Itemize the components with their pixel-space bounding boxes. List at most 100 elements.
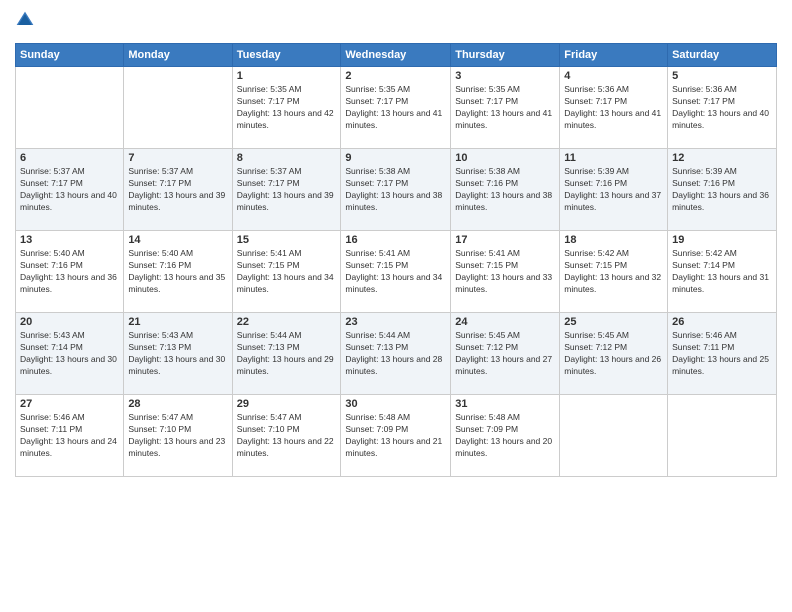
day-number: 18 <box>564 234 663 246</box>
day-cell: 16Sunrise: 5:41 AM Sunset: 7:15 PM Dayli… <box>341 231 451 313</box>
day-number: 9 <box>345 152 446 164</box>
day-cell: 17Sunrise: 5:41 AM Sunset: 7:15 PM Dayli… <box>451 231 560 313</box>
day-number: 8 <box>237 152 337 164</box>
day-cell: 10 Sunrise: 5:38 AM Sunset: 7:16 PM Dayli… <box>451 149 560 231</box>
day-cell: 13 Sunrise: 5:40 AM Sunset: 7:16 PM Dayli… <box>16 231 124 313</box>
day-info: Sunrise: 5:35 AM Sunset: 7:17 PM Dayligh… <box>455 84 555 132</box>
day-number: 26 <box>672 316 772 328</box>
header-wednesday: Wednesday <box>341 44 451 67</box>
day-cell: 5 Sunrise: 5:36 AM Sunset: 7:17 PM Daylig… <box>668 67 777 149</box>
page: SundayMondayTuesdayWednesdayThursdayFrid… <box>0 0 792 612</box>
day-cell <box>668 395 777 477</box>
day-cell: 12 Sunrise: 5:39 AM Sunset: 7:16 PM Dayli… <box>668 149 777 231</box>
day-info: Sunrise: 5:47 AM Sunset: 7:10 PM Dayligh… <box>128 412 227 460</box>
day-cell: 8 Sunrise: 5:37 AM Sunset: 7:17 PM Daylig… <box>232 149 341 231</box>
calendar: SundayMondayTuesdayWednesdayThursdayFrid… <box>15 43 777 477</box>
day-cell: 25 Sunrise: 5:45 AM Sunset: 7:12 PM Dayli… <box>560 313 668 395</box>
day-info: Sunrise: 5:45 AM Sunset: 7:12 PM Dayligh… <box>564 330 663 378</box>
day-info: Sunrise: 5:47 AM Sunset: 7:10 PM Dayligh… <box>237 412 337 460</box>
day-info: Sunrise: 5:48 AM Sunset: 7:09 PM Dayligh… <box>345 412 446 460</box>
day-info: Sunrise: 5:37 AM Sunset: 7:17 PM Dayligh… <box>237 166 337 214</box>
day-info: Sunrise: 5:39 AM Sunset: 7:16 PM Dayligh… <box>564 166 663 214</box>
day-cell: 14 Sunrise: 5:40 AM Sunset: 7:16 PM Dayli… <box>124 231 232 313</box>
day-cell <box>124 67 232 149</box>
day-info: Sunrise: 5:43 AM Sunset: 7:13 PM Dayligh… <box>128 330 227 378</box>
day-number: 20 <box>20 316 119 328</box>
day-info: Sunrise: 5:37 AM Sunset: 7:17 PM Dayligh… <box>20 166 119 214</box>
day-info: Sunrise: 5:44 AM Sunset: 7:13 PM Dayligh… <box>345 330 446 378</box>
week-row-4: 20Sunrise: 5:43 AM Sunset: 7:14 PM Dayli… <box>16 313 777 395</box>
header-tuesday: Tuesday <box>232 44 341 67</box>
day-info: Sunrise: 5:40 AM Sunset: 7:16 PM Dayligh… <box>20 248 119 296</box>
day-cell: 22 Sunrise: 5:44 AM Sunset: 7:13 PM Dayli… <box>232 313 341 395</box>
day-cell: 31Sunrise: 5:48 AM Sunset: 7:09 PM Dayli… <box>451 395 560 477</box>
day-cell: 2Sunrise: 5:35 AM Sunset: 7:17 PM Daylig… <box>341 67 451 149</box>
day-number: 5 <box>672 70 772 82</box>
day-number: 19 <box>672 234 772 246</box>
day-number: 22 <box>237 316 337 328</box>
logo-icon <box>15 10 35 30</box>
day-number: 25 <box>564 316 663 328</box>
day-info: Sunrise: 5:46 AM Sunset: 7:11 PM Dayligh… <box>672 330 772 378</box>
day-cell: 27 Sunrise: 5:46 AM Sunset: 7:11 PM Dayli… <box>16 395 124 477</box>
day-number: 12 <box>672 152 772 164</box>
day-number: 24 <box>455 316 555 328</box>
day-cell: 20Sunrise: 5:43 AM Sunset: 7:14 PM Dayli… <box>16 313 124 395</box>
week-row-5: 27 Sunrise: 5:46 AM Sunset: 7:11 PM Dayli… <box>16 395 777 477</box>
week-row-3: 13 Sunrise: 5:40 AM Sunset: 7:16 PM Dayli… <box>16 231 777 313</box>
day-info: Sunrise: 5:48 AM Sunset: 7:09 PM Dayligh… <box>455 412 555 460</box>
day-cell: 4Sunrise: 5:36 AM Sunset: 7:17 PM Daylig… <box>560 67 668 149</box>
header-monday: Monday <box>124 44 232 67</box>
day-cell: 30 Sunrise: 5:48 AM Sunset: 7:09 PM Dayli… <box>341 395 451 477</box>
day-cell: 6 Sunrise: 5:37 AM Sunset: 7:17 PM Daylig… <box>16 149 124 231</box>
day-info: Sunrise: 5:40 AM Sunset: 7:16 PM Dayligh… <box>128 248 227 296</box>
day-cell: 9 Sunrise: 5:38 AM Sunset: 7:17 PM Daylig… <box>341 149 451 231</box>
day-info: Sunrise: 5:38 AM Sunset: 7:17 PM Dayligh… <box>345 166 446 214</box>
day-number: 17 <box>455 234 555 246</box>
day-info: Sunrise: 5:45 AM Sunset: 7:12 PM Dayligh… <box>455 330 555 378</box>
day-cell: 29Sunrise: 5:47 AM Sunset: 7:10 PM Dayli… <box>232 395 341 477</box>
day-number: 10 <box>455 152 555 164</box>
day-cell: 26 Sunrise: 5:46 AM Sunset: 7:11 PM Dayli… <box>668 313 777 395</box>
week-row-1: 1Sunrise: 5:35 AM Sunset: 7:17 PM Daylig… <box>16 67 777 149</box>
day-number: 15 <box>237 234 337 246</box>
day-number: 3 <box>455 70 555 82</box>
day-number: 16 <box>345 234 446 246</box>
day-info: Sunrise: 5:36 AM Sunset: 7:17 PM Dayligh… <box>672 84 772 132</box>
day-cell: 21 Sunrise: 5:43 AM Sunset: 7:13 PM Dayli… <box>124 313 232 395</box>
day-cell: 18Sunrise: 5:42 AM Sunset: 7:15 PM Dayli… <box>560 231 668 313</box>
day-info: Sunrise: 5:42 AM Sunset: 7:14 PM Dayligh… <box>672 248 772 296</box>
day-number: 30 <box>345 398 446 410</box>
day-info: Sunrise: 5:39 AM Sunset: 7:16 PM Dayligh… <box>672 166 772 214</box>
day-number: 6 <box>20 152 119 164</box>
day-cell: 28 Sunrise: 5:47 AM Sunset: 7:10 PM Dayli… <box>124 395 232 477</box>
day-cell <box>560 395 668 477</box>
day-number: 23 <box>345 316 446 328</box>
day-cell <box>16 67 124 149</box>
day-number: 28 <box>128 398 227 410</box>
header-friday: Friday <box>560 44 668 67</box>
day-info: Sunrise: 5:35 AM Sunset: 7:17 PM Dayligh… <box>237 84 337 132</box>
day-number: 21 <box>128 316 227 328</box>
day-cell: 11 Sunrise: 5:39 AM Sunset: 7:16 PM Dayli… <box>560 149 668 231</box>
day-number: 4 <box>564 70 663 82</box>
day-cell: 3 Sunrise: 5:35 AM Sunset: 7:17 PM Daylig… <box>451 67 560 149</box>
day-info: Sunrise: 5:46 AM Sunset: 7:11 PM Dayligh… <box>20 412 119 460</box>
day-info: Sunrise: 5:38 AM Sunset: 7:16 PM Dayligh… <box>455 166 555 214</box>
day-number: 27 <box>20 398 119 410</box>
header-saturday: Saturday <box>668 44 777 67</box>
week-row-2: 6 Sunrise: 5:37 AM Sunset: 7:17 PM Daylig… <box>16 149 777 231</box>
day-number: 13 <box>20 234 119 246</box>
day-number: 11 <box>564 152 663 164</box>
header <box>15 10 777 35</box>
day-cell: 15Sunrise: 5:41 AM Sunset: 7:15 PM Dayli… <box>232 231 341 313</box>
day-cell: 1Sunrise: 5:35 AM Sunset: 7:17 PM Daylig… <box>232 67 341 149</box>
day-cell: 7 Sunrise: 5:37 AM Sunset: 7:17 PM Daylig… <box>124 149 232 231</box>
header-sunday: Sunday <box>16 44 124 67</box>
day-number: 14 <box>128 234 227 246</box>
day-info: Sunrise: 5:37 AM Sunset: 7:17 PM Dayligh… <box>128 166 227 214</box>
day-number: 7 <box>128 152 227 164</box>
calendar-header-row: SundayMondayTuesdayWednesdayThursdayFrid… <box>16 44 777 67</box>
day-info: Sunrise: 5:35 AM Sunset: 7:17 PM Dayligh… <box>345 84 446 132</box>
day-info: Sunrise: 5:44 AM Sunset: 7:13 PM Dayligh… <box>237 330 337 378</box>
